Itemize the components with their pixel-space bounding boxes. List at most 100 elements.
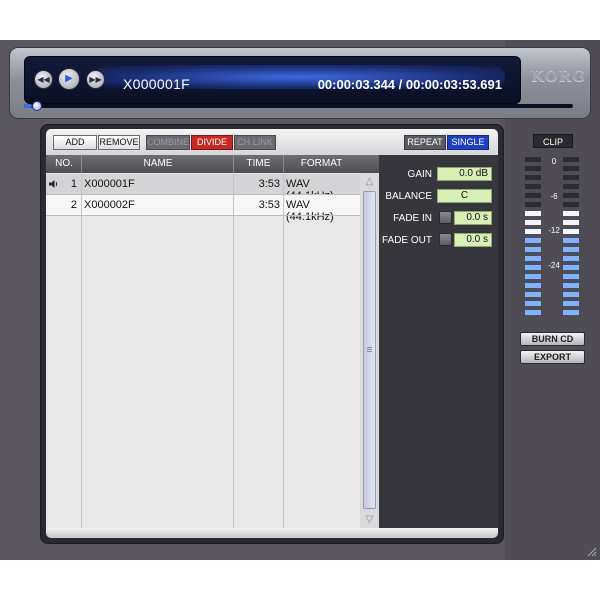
grip-line bbox=[367, 351, 372, 352]
meter-scale-6: -6 bbox=[550, 192, 558, 201]
column-divider bbox=[81, 173, 82, 528]
meter-segment bbox=[525, 283, 541, 288]
seek-bar[interactable] bbox=[24, 101, 573, 111]
meter-segment bbox=[525, 184, 541, 189]
fade-in-toggle[interactable] bbox=[439, 211, 452, 224]
meter-segment bbox=[525, 265, 541, 270]
scroll-thumb[interactable] bbox=[363, 191, 376, 509]
header-divider bbox=[81, 155, 82, 173]
gain-label: GAIN bbox=[407, 169, 432, 180]
column-name[interactable]: NAME bbox=[82, 158, 234, 169]
gain-field[interactable]: 0.0 dB bbox=[437, 167, 492, 181]
track-list: NO. NAME TIME FORMAT 1 X000001F 3:53 WAV… bbox=[46, 155, 379, 528]
row-number: 2 bbox=[70, 199, 77, 211]
grip-line bbox=[367, 349, 372, 350]
burn-cd-button[interactable]: BURN CD bbox=[520, 332, 585, 346]
meter-segment bbox=[563, 175, 579, 180]
fade-in-field[interactable]: 0.0 s bbox=[454, 211, 492, 225]
seek-handle[interactable] bbox=[32, 101, 43, 111]
table-row[interactable]: 1 X000001F 3:53 WAV (44.1kHz) bbox=[46, 174, 360, 202]
meter-segment bbox=[563, 292, 579, 297]
brand-logo: KORG bbox=[531, 67, 586, 85]
export-button[interactable]: EXPORT bbox=[520, 350, 585, 364]
meter-segment bbox=[525, 193, 541, 198]
meter-segment bbox=[525, 166, 541, 171]
row-time: 3:53 bbox=[258, 199, 280, 211]
meter-segment bbox=[525, 247, 541, 252]
meter-segment bbox=[525, 274, 541, 279]
repeat-button[interactable]: REPEAT bbox=[404, 135, 446, 150]
meter-segment bbox=[563, 274, 579, 279]
time-readout: 00:00:03.344 / 00:00:03:53.691 bbox=[317, 77, 502, 92]
speaker-icon bbox=[49, 180, 58, 188]
forward-button[interactable]: ▶▶ bbox=[86, 70, 105, 89]
transport-bar: ◀◀ ▶ ▶▶ X000001F 00:00:03.344 / 00:00:03… bbox=[9, 47, 591, 119]
meter-segment bbox=[563, 220, 579, 225]
meter-segment bbox=[563, 301, 579, 306]
row-format: WAV (44.1kHz) bbox=[286, 199, 334, 223]
column-format[interactable]: FORMAT bbox=[283, 158, 360, 169]
row-name: X000001F bbox=[84, 178, 135, 190]
meter-scale-0: 0 bbox=[551, 157, 557, 166]
meter-segment bbox=[563, 202, 579, 207]
balance-label: BALANCE bbox=[385, 191, 432, 202]
add-button[interactable]: ADD bbox=[53, 135, 97, 150]
row-time: 3:53 bbox=[258, 178, 280, 190]
balance-field[interactable]: C bbox=[437, 189, 492, 203]
edit-toolbar: ADD REMOVE COMBINE DIVIDE CH LINK REPEAT… bbox=[46, 129, 498, 155]
meter-segment bbox=[525, 238, 541, 243]
level-meter-right bbox=[563, 157, 579, 319]
meter-segment bbox=[525, 310, 541, 315]
clip-indicator: CLIP bbox=[533, 134, 573, 148]
meter-segment bbox=[525, 301, 541, 306]
fade-out-label: FADE OUT bbox=[381, 235, 432, 246]
row-divider bbox=[46, 215, 360, 216]
forward-icon: ▶▶ bbox=[89, 74, 102, 84]
meter-segment bbox=[525, 157, 541, 162]
rewind-button[interactable]: ◀◀ bbox=[34, 70, 53, 89]
panel-footer bbox=[46, 528, 498, 538]
play-button[interactable]: ▶ bbox=[58, 68, 80, 90]
meter-segment bbox=[525, 202, 541, 207]
divide-button[interactable]: DIVIDE bbox=[191, 135, 233, 150]
column-divider bbox=[233, 173, 234, 528]
current-track-title: X000001F bbox=[123, 76, 191, 92]
meter-scale-24: -24 bbox=[548, 261, 560, 270]
meter-segment bbox=[563, 184, 579, 189]
meter-segment bbox=[525, 292, 541, 297]
list-scrollbar[interactable]: △ ▽ bbox=[360, 155, 379, 528]
seek-progress bbox=[24, 104, 33, 108]
column-time[interactable]: TIME bbox=[234, 158, 283, 169]
meter-segment bbox=[563, 238, 579, 243]
combine-button[interactable]: COMBINE bbox=[146, 135, 190, 150]
meter-segment bbox=[563, 283, 579, 288]
meter-segment bbox=[563, 166, 579, 171]
fade-out-field[interactable]: 0.0 s bbox=[454, 233, 492, 247]
play-icon: ▶ bbox=[65, 73, 73, 84]
resize-grip-icon[interactable] bbox=[585, 545, 597, 557]
row-name: X000002F bbox=[84, 199, 135, 211]
meter-scale-12: -12 bbox=[548, 226, 560, 235]
meter-segment bbox=[563, 211, 579, 216]
remove-button[interactable]: REMOVE bbox=[98, 135, 140, 150]
row-number: 1 bbox=[70, 178, 77, 190]
meter-segment bbox=[563, 247, 579, 252]
header-divider bbox=[233, 155, 234, 173]
meter-segment bbox=[525, 175, 541, 180]
meter-segment bbox=[563, 310, 579, 315]
header-divider bbox=[283, 155, 284, 173]
column-no[interactable]: NO. bbox=[46, 158, 82, 169]
track-display: ◀◀ ▶ ▶▶ X000001F 00:00:03.344 / 00:00:03… bbox=[24, 56, 521, 104]
table-row[interactable]: 2 X000002F 3:53 WAV (44.1kHz) bbox=[46, 195, 360, 223]
single-button[interactable]: SINGLE bbox=[447, 135, 489, 150]
fade-out-toggle[interactable] bbox=[439, 233, 452, 246]
fade-in-label: FADE IN bbox=[393, 213, 432, 224]
scroll-down-icon[interactable]: ▽ bbox=[363, 515, 376, 525]
scrollbar-header bbox=[360, 155, 379, 173]
meter-segment bbox=[525, 256, 541, 261]
scroll-up-icon[interactable]: △ bbox=[363, 177, 376, 187]
column-divider bbox=[283, 173, 284, 528]
ch-link-button[interactable]: CH LINK bbox=[234, 135, 276, 150]
grip-line bbox=[367, 347, 372, 348]
level-meter-left bbox=[525, 157, 541, 319]
